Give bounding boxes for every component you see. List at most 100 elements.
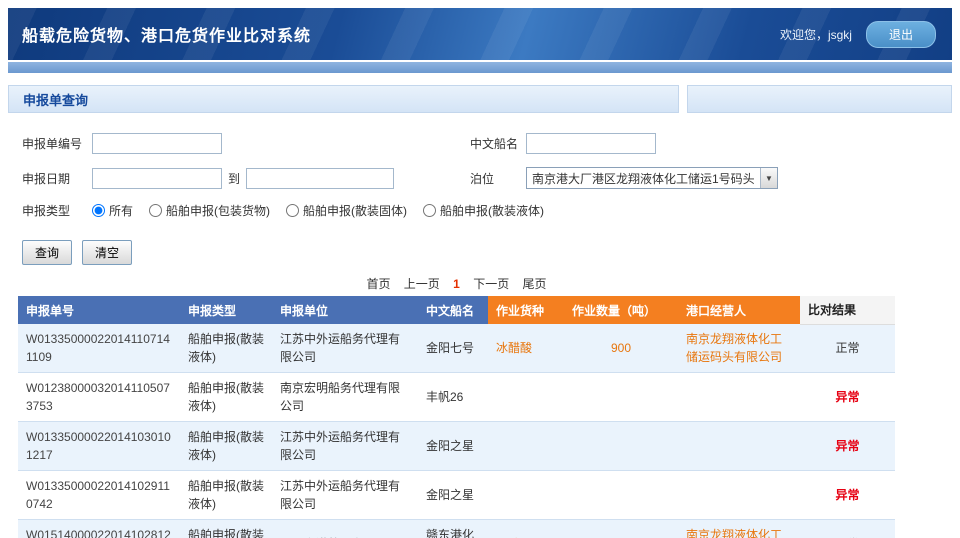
cell-ship-name: 金阳之星 <box>418 422 488 471</box>
cell-quantity <box>564 373 678 422</box>
radio-type-option-3[interactable]: 船舶申报(散装液体) <box>423 202 544 219</box>
cell-agency: 江苏中外运船务代理有限公司 <box>272 422 418 471</box>
section-bar-main: 申报单查询 <box>8 85 679 113</box>
cell-ship-name: 金阳七号 <box>418 324 488 373</box>
table-row: W013350000220141107141109船舶申报(散装液体)江苏中外运… <box>18 324 895 373</box>
radio-input[interactable] <box>92 204 105 217</box>
date-from-input[interactable] <box>92 168 222 189</box>
column-header: 申报单号 <box>18 296 180 324</box>
cell-cargo <box>488 422 564 471</box>
cell-result: 异常 <box>800 471 895 520</box>
cell-result: 异常 <box>800 373 895 422</box>
chevron-down-icon[interactable]: ▼ <box>760 168 777 188</box>
cell-result: 正常 <box>800 520 895 538</box>
radio-input[interactable] <box>423 204 436 217</box>
cell-operator: 南京龙翔液体化工储运码头有限公司 <box>678 324 800 373</box>
app-header: 船载危险货物、港口危货作业比对系统 欢迎您，jsgkj 退出 <box>8 8 952 60</box>
berth-label: 泊位 <box>470 170 526 187</box>
radio-label: 所有 <box>109 202 133 219</box>
column-header: 申报类型 <box>180 296 272 324</box>
logout-button[interactable]: 退出 <box>866 21 936 48</box>
ship-name-input[interactable] <box>526 133 656 154</box>
berth-select[interactable]: 南京港大厂港区龙翔液体化工储运1号码头 ▼ <box>526 167 778 189</box>
cell-declaration-no: W012380000320141105073753 <box>18 373 180 422</box>
cell-ship-name: 金阳之星 <box>418 471 488 520</box>
table-row: W013350000220141030101217船舶申报(散装液体)江苏中外运… <box>18 422 895 471</box>
date-to-input[interactable] <box>246 168 394 189</box>
header-right: 欢迎您，jsgkj 退出 <box>780 21 936 48</box>
radio-type-option-2[interactable]: 船舶申报(散装固体) <box>286 202 407 219</box>
cell-operator: 南京龙翔液体化工储运码头有限公司 <box>678 520 800 538</box>
query-form: 申报单编号 中文船名 申报日期 到 泊位 南京港大厂港区龙翔液体化工储运1号码头… <box>8 129 952 219</box>
radio-label: 船舶申报(散装固体) <box>303 202 407 219</box>
cell-declaration-no: W015140000220141028122151 <box>18 520 180 538</box>
query-button[interactable]: 查询 <box>22 240 72 265</box>
pagination-next[interactable]: 下一页 <box>473 277 509 291</box>
berth-selected-value: 南京港大厂港区龙翔液体化工储运1号码头 <box>527 170 760 187</box>
cell-cargo <box>488 373 564 422</box>
cell-ship-name: 丰帆26 <box>418 373 488 422</box>
cell-cargo: 甲醇 <box>488 520 564 538</box>
date-group: 申报日期 到 <box>22 168 470 189</box>
type-radio-group: 所有 船舶申报(包装货物) 船舶申报(散装固体) 船舶申报(散装液体) <box>92 202 544 219</box>
cell-operator <box>678 422 800 471</box>
pagination-last[interactable]: 尾页 <box>523 277 547 291</box>
section-bar: 申报单查询 <box>8 85 952 113</box>
cell-declaration-no: W013350000220141107141109 <box>18 324 180 373</box>
cell-result: 正常 <box>800 324 895 373</box>
table-row: W012380000320141105073753船舶申报(散装液体)南京宏明船… <box>18 373 895 422</box>
clear-button[interactable]: 清空 <box>82 240 132 265</box>
column-header: 比对结果 <box>800 296 895 324</box>
ship-name-label: 中文船名 <box>470 135 526 152</box>
cell-type: 船舶申报(散装液体) <box>180 324 272 373</box>
pagination: 首页 上一页 1 下一页 尾页 <box>18 275 895 292</box>
pagination-prev[interactable]: 上一页 <box>404 277 440 291</box>
cell-agency: 南京宏明船务代理有限公司 <box>272 373 418 422</box>
cell-type: 船舶申报(散装液体) <box>180 422 272 471</box>
declaration-no-input[interactable] <box>92 133 222 154</box>
cell-ship-name: 赣东港化166 <box>418 520 488 538</box>
declaration-no-label: 申报单编号 <box>22 135 92 152</box>
cell-declaration-no: W013350000220141030101217 <box>18 422 180 471</box>
cell-cargo <box>488 471 564 520</box>
form-row-2: 申报日期 到 泊位 南京港大厂港区龙翔液体化工储运1号码头 ▼ <box>22 167 946 189</box>
cell-type: 船舶申报(散装液体) <box>180 520 272 538</box>
berth-group: 泊位 南京港大厂港区龙翔液体化工储运1号码头 ▼ <box>470 167 778 189</box>
declaration-no-group: 申报单编号 <box>22 133 470 154</box>
section-bar-side <box>687 85 952 113</box>
page: 船载危险货物、港口危货作业比对系统 欢迎您，jsgkj 退出 申报单查询 申报单… <box>0 0 960 538</box>
cell-declaration-no: W013350000220141029110742 <box>18 471 180 520</box>
form-actions: 查询 清空 <box>8 232 952 265</box>
radio-label: 船舶申报(散装液体) <box>440 202 544 219</box>
cell-operator <box>678 471 800 520</box>
cell-agency: 江苏中外运船务代理有限公司 <box>272 471 418 520</box>
cell-agency: 江苏中外运船务代理有限公司 <box>272 324 418 373</box>
form-row-1: 申报单编号 中文船名 <box>22 133 946 154</box>
header-row: 申报单号申报类型申报单位中文船名作业货种作业数量（吨）港口经营人比对结果 <box>18 296 895 324</box>
cell-quantity <box>564 422 678 471</box>
radio-label: 船舶申报(包装货物) <box>166 202 270 219</box>
date-label: 申报日期 <box>22 170 92 187</box>
radio-input[interactable] <box>149 204 162 217</box>
pagination-first[interactable]: 首页 <box>366 277 390 291</box>
column-header: 申报单位 <box>272 296 418 324</box>
date-to-label: 到 <box>228 170 240 187</box>
ship-name-group: 中文船名 <box>470 133 656 154</box>
cell-cargo: 冰醋酸 <box>488 324 564 373</box>
cell-operator <box>678 373 800 422</box>
cell-quantity <box>564 471 678 520</box>
pagination-current-page: 1 <box>453 277 460 291</box>
table-row: W015140000220141028122151船舶申报(散装液体)江西东港航… <box>18 520 895 538</box>
app-title: 船载危险货物、港口危货作业比对系统 <box>22 22 311 46</box>
cell-type: 船舶申报(散装液体) <box>180 373 272 422</box>
welcome-text: 欢迎您，jsgkj <box>780 26 852 43</box>
radio-type-option-0[interactable]: 所有 <box>92 202 133 219</box>
cell-quantity: 600 <box>564 520 678 538</box>
column-header: 作业数量（吨） <box>564 296 678 324</box>
column-header: 港口经营人 <box>678 296 800 324</box>
radio-type-option-1[interactable]: 船舶申报(包装货物) <box>149 202 270 219</box>
cell-agency: 江西东港航运有限公司 <box>272 520 418 538</box>
results-header: 申报单号申报类型申报单位中文船名作业货种作业数量（吨）港口经营人比对结果 <box>18 296 895 324</box>
radio-input[interactable] <box>286 204 299 217</box>
column-header: 作业货种 <box>488 296 564 324</box>
